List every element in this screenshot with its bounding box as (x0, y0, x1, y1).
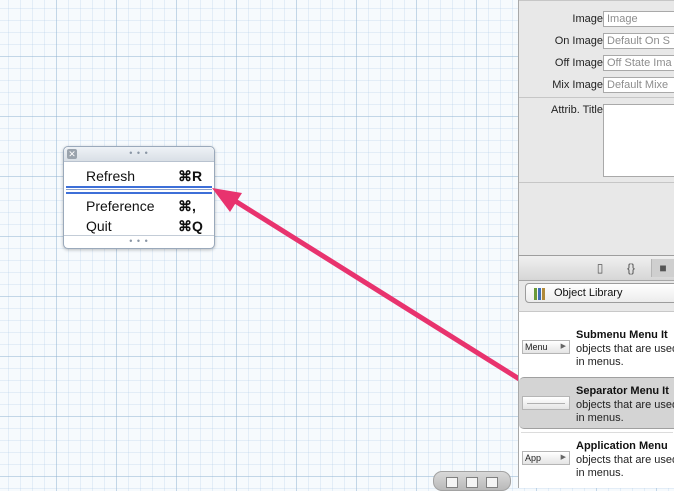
object-library-list: Menu ▶ Submenu Menu It objects that are … (518, 311, 674, 488)
code-snippet-icon[interactable]: {} (620, 259, 642, 277)
pin-icon[interactable] (466, 477, 478, 488)
mix-image-row: Mix Image Default Mixe (519, 76, 674, 94)
menu-item-label: Quit (86, 218, 112, 234)
separator-thumbnail (522, 396, 570, 410)
menu-item-label: Preference (86, 198, 155, 214)
list-item-submenu[interactable]: Menu ▶ Submenu Menu It objects that are … (519, 322, 674, 374)
attrib-title-textarea[interactable] (603, 104, 674, 177)
desc-line: objects that are used (576, 343, 674, 355)
item-title: Application Menu (576, 440, 668, 452)
item-description: objects that are used in menus. (576, 454, 674, 480)
selected-separator-item[interactable] (66, 186, 212, 194)
books-icon (534, 287, 550, 300)
status-menu-window[interactable]: ✕ • • • Refresh ⌘R Preference ⌘, Quit ⌘Q… (63, 146, 215, 249)
divider (519, 0, 674, 1)
divider (519, 97, 674, 98)
thumb-label: App (525, 453, 542, 463)
image-field[interactable]: Image (603, 11, 674, 27)
resize-grip-icon[interactable]: • • • (64, 237, 214, 246)
menu-item-preference[interactable]: Preference ⌘, (64, 197, 214, 215)
separator-line (66, 189, 212, 190)
thumb-label: Menu (525, 342, 548, 352)
resize-icon[interactable] (486, 477, 498, 488)
list-item-application-menu[interactable]: App ▶ Application Menu objects that are … (519, 433, 674, 485)
desc-line: objects that are used (576, 399, 674, 411)
library-header: Object Library (518, 281, 674, 311)
off-image-field[interactable]: Off State Ima (603, 55, 674, 71)
item-description: objects that are used in menus. (576, 399, 674, 425)
on-image-row: On Image Default On S (519, 32, 674, 50)
menu-footer: • • • (64, 235, 214, 248)
arrow-head (212, 188, 242, 212)
list-item-separator[interactable]: Separator Menu It objects that are used … (519, 377, 674, 429)
item-description: objects that are used in menus. (576, 343, 674, 369)
mix-image-field[interactable]: Default Mixe (603, 77, 674, 93)
mix-image-label: Mix Image (552, 79, 603, 91)
submenu-thumbnail: Menu ▶ (522, 340, 570, 354)
off-image-row: Off Image Off State Ima (519, 54, 674, 72)
app-thumbnail: App ▶ (522, 451, 570, 465)
off-image-label: Off Image (554, 57, 603, 69)
desc-line: in menus. (576, 467, 624, 479)
separator-line (527, 403, 565, 404)
desc-line: in menus. (576, 412, 624, 424)
on-image-label: On Image (554, 35, 603, 47)
image-label: Image (572, 13, 603, 25)
object-library-icon[interactable]: ■ (651, 259, 674, 277)
item-title: Submenu Menu It (576, 329, 668, 341)
library-selector-label: Object Library (554, 287, 623, 299)
attrib-title-label: Attrib. Title (551, 104, 603, 116)
triangle-right-icon: ▶ (560, 343, 566, 350)
library-selector[interactable]: Object Library (525, 283, 674, 303)
image-row: Image Image (519, 10, 674, 28)
menu-item-refresh[interactable]: Refresh ⌘R (64, 167, 214, 185)
attributes-inspector: Image Image On Image Default On S Off Im… (518, 0, 674, 255)
item-title: Separator Menu It (576, 385, 669, 397)
align-icon[interactable] (446, 477, 458, 488)
desc-line: objects that are used (576, 454, 674, 466)
menu-item-shortcut: ⌘R (178, 168, 203, 184)
triangle-right-icon: ▶ (560, 454, 566, 461)
divider (519, 182, 674, 183)
menu-title-bar[interactable]: ✕ • • • (64, 147, 214, 162)
menu-item-shortcut: ⌘Q (178, 218, 203, 234)
arrow-shaft (229, 196, 543, 395)
desc-line: in menus. (576, 356, 624, 368)
file-template-icon[interactable]: ▯ (589, 259, 611, 277)
menu-item-shortcut: ⌘, (178, 198, 196, 214)
on-image-field[interactable]: Default On S (603, 33, 674, 49)
resize-grip-icon[interactable]: • • • (64, 149, 214, 158)
canvas-control-bar (433, 471, 511, 491)
library-tab-bar: ▯ {} ■ (518, 255, 674, 281)
menu-item-quit[interactable]: Quit ⌘Q (64, 217, 214, 235)
menu-item-label: Refresh (86, 168, 136, 184)
